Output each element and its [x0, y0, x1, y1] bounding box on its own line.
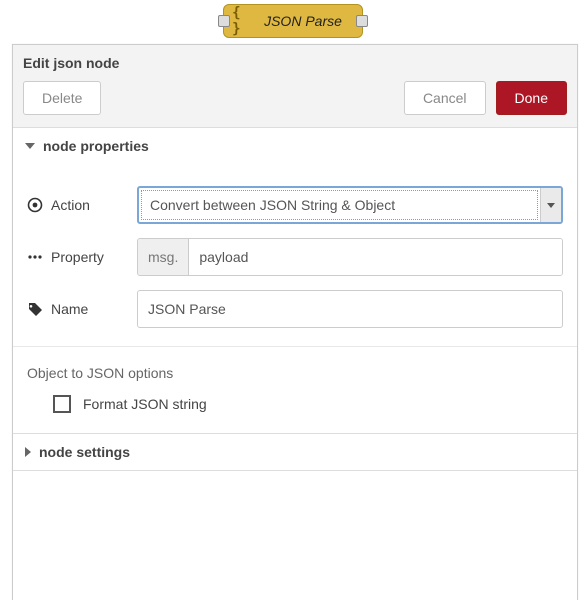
section-node-settings: node settings	[13, 434, 577, 471]
json-icon: { }	[232, 11, 252, 31]
chevron-right-icon	[25, 447, 31, 457]
tray-header: Edit json node Delete Cancel Done	[13, 45, 577, 128]
done-button[interactable]: Done	[496, 81, 567, 115]
tag-icon	[27, 301, 43, 317]
section-node-settings-header[interactable]: node settings	[13, 434, 577, 470]
delete-button[interactable]: Delete	[23, 81, 101, 115]
name-label: Name	[51, 301, 88, 317]
action-select-toggle[interactable]	[540, 188, 561, 222]
action-select-value: Convert between JSON String & Object	[141, 190, 538, 220]
chevron-down-icon	[25, 143, 35, 149]
name-input[interactable]	[137, 290, 563, 328]
tray-title: Edit json node	[23, 55, 567, 71]
divider	[13, 346, 577, 347]
cancel-button[interactable]: Cancel	[404, 81, 486, 115]
action-label: Action	[51, 197, 90, 213]
node-output-port[interactable]	[356, 15, 368, 27]
edit-tray: Edit json node Delete Cancel Done node p…	[12, 44, 578, 600]
chevron-down-icon	[547, 203, 555, 208]
format-json-label: Format JSON string	[83, 396, 207, 412]
section-node-properties-header[interactable]: node properties	[13, 128, 577, 164]
json-node[interactable]: { } JSON Parse	[223, 4, 363, 38]
section-node-properties: node properties Action Convert between J…	[13, 128, 577, 434]
property-label: Property	[51, 249, 104, 265]
format-json-checkbox[interactable]	[53, 395, 71, 413]
node-label: JSON Parse	[264, 13, 342, 29]
property-input[interactable]	[189, 239, 562, 275]
section-node-settings-title: node settings	[39, 444, 130, 460]
property-field[interactable]: msg.	[137, 238, 563, 276]
object-to-json-heading: Object to JSON options	[27, 365, 563, 381]
property-icon	[27, 249, 43, 265]
action-select[interactable]: Convert between JSON String & Object	[137, 186, 563, 224]
property-prefix[interactable]: msg.	[138, 239, 189, 275]
section-node-properties-title: node properties	[43, 138, 149, 154]
action-icon	[27, 197, 43, 213]
node-input-port[interactable]	[218, 15, 230, 27]
